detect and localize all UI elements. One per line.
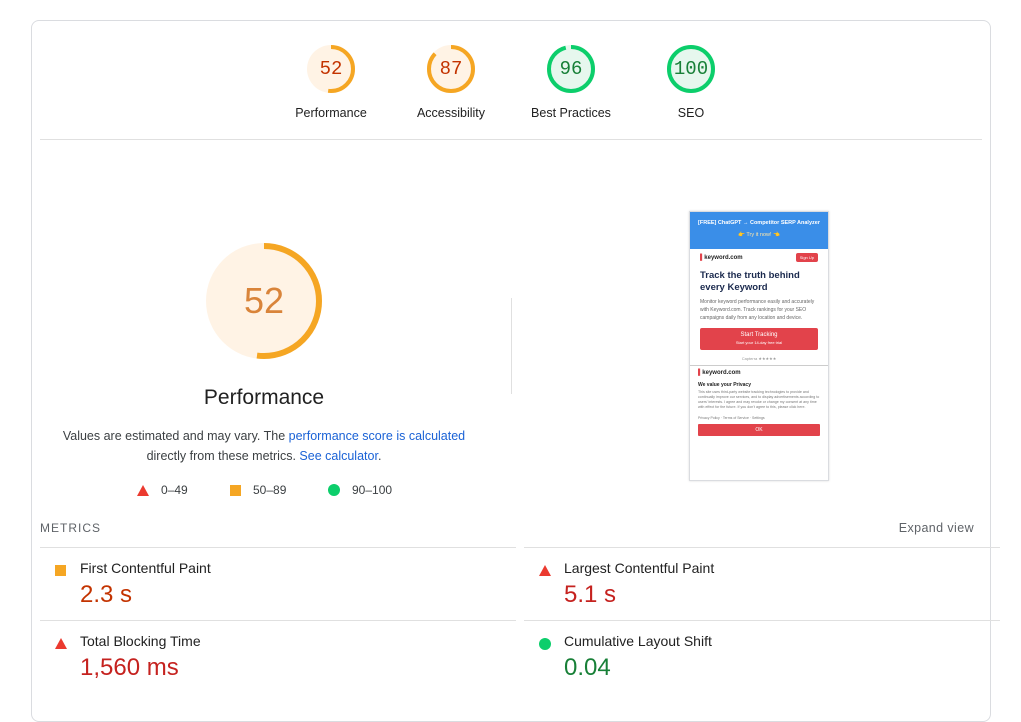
metric-cumulative-layout-shift: Cumulative Layout Shift 0.04 xyxy=(524,620,1000,694)
legend-pass-label: 90–100 xyxy=(352,483,393,497)
gauge-best-practices-score: 96 xyxy=(559,58,583,80)
ss-header: ▌keyword.com Sign Up xyxy=(690,249,828,266)
gauge-performance-score: 52 xyxy=(319,58,343,80)
fail-triangle-icon xyxy=(137,484,149,496)
ss-paragraph: Monitor keyword performance easily and a… xyxy=(700,299,815,321)
ss-banner-title: [FREE] ChatGPT → Competitor SERP Analyze… xyxy=(698,220,820,226)
desc-text-1: Values are estimated and may vary. The xyxy=(62,429,289,443)
gauge-seo-label: SEO xyxy=(677,106,705,120)
performance-score-large: 52 xyxy=(243,280,285,321)
ss-modal-text: This site uses third-party website track… xyxy=(698,390,820,409)
gauge-best-practices-label: Best Practices xyxy=(531,106,611,120)
metric-name: Largest Contentful Paint xyxy=(564,560,715,576)
vertical-separator xyxy=(511,298,512,394)
performance-title: Performance xyxy=(203,386,325,409)
ss-banner: [FREE] ChatGPT → Competitor SERP Analyze… xyxy=(690,212,828,249)
average-square-icon xyxy=(55,565,66,576)
gauge-performance[interactable]: 52 Performance xyxy=(271,43,391,120)
fail-triangle-icon xyxy=(539,565,551,576)
ss-modal-logo: ▌keyword.com xyxy=(698,370,741,376)
ss-badges: Capterra ★★★★★ xyxy=(690,352,828,365)
desc-text-3: . xyxy=(377,449,382,463)
ss-modal-logo-text: keyword.com xyxy=(702,370,741,376)
ss-cta-label: Start Tracking xyxy=(740,332,778,338)
metric-largest-contentful-paint: Largest Contentful Paint 5.1 s xyxy=(524,547,1000,621)
ss-cta-button: Start Tracking Start your 14-day free tr… xyxy=(700,328,818,350)
ss-logo: ▌keyword.com xyxy=(700,254,743,261)
expand-view-toggle[interactable]: Expand view xyxy=(899,521,974,535)
metric-total-blocking-time: Total Blocking Time 1,560 ms xyxy=(40,620,516,694)
gauge-seo-score: 100 xyxy=(673,58,709,80)
performance-score-link[interactable]: performance score is calculated xyxy=(289,429,465,443)
legend-average: 50–89 xyxy=(230,483,286,497)
metric-name: Total Blocking Time xyxy=(80,633,201,649)
legend-fail: 0–49 xyxy=(137,483,188,497)
gauge-best-practices[interactable]: 96 Best Practices xyxy=(511,43,631,120)
ss-logo-text: keyword.com xyxy=(704,254,743,261)
ss-modal-title: We value your Privacy xyxy=(698,382,751,388)
fail-triangle-icon xyxy=(55,638,67,649)
ss-banner-sub: 👉 Try it now! 👈 xyxy=(738,232,780,238)
pass-circle-icon xyxy=(539,638,551,650)
gauge-seo[interactable]: 100 SEO xyxy=(631,43,751,120)
gauge-accessibility[interactable]: 87 Accessibility xyxy=(391,43,511,120)
metric-first-contentful-paint: First Contentful Paint 2.3 s xyxy=(40,547,516,621)
lighthouse-report-card: 52 Performance 87 Accessibility 96 Best … xyxy=(31,20,1000,722)
metrics-heading: METRICS xyxy=(40,521,101,535)
metric-name: First Contentful Paint xyxy=(80,560,211,576)
legend-average-label: 50–89 xyxy=(253,483,287,497)
ss-signup-button: Sign Up xyxy=(795,253,818,262)
metric-value: 0.04 xyxy=(564,654,611,681)
metric-value: 1,560 ms xyxy=(80,654,179,681)
see-calculator-link[interactable]: See calculator xyxy=(299,449,378,463)
performance-description: Values are estimated and may vary. The p… xyxy=(52,426,476,466)
legend-pass: 90–100 xyxy=(328,483,392,497)
metric-value: 2.3 s xyxy=(80,581,133,608)
ss-cta-sub: Start your 14-day free trial xyxy=(735,340,783,345)
metric-name: Cumulative Layout Shift xyxy=(564,633,712,649)
pass-circle-icon xyxy=(328,484,340,496)
legend-fail-label: 0–49 xyxy=(161,483,188,497)
ss-modal-links: Privacy Policy · Terms of Service · Sett… xyxy=(698,416,765,420)
ss-headline: Track the truth behind every Keyword xyxy=(700,270,800,293)
final-screenshot-thumbnail[interactable]: [FREE] ChatGPT → Competitor SERP Analyze… xyxy=(689,211,829,481)
gauge-performance-label: Performance xyxy=(295,106,367,120)
average-square-icon xyxy=(230,484,241,496)
desc-text-2: directly from these metrics. xyxy=(146,449,300,463)
gauge-accessibility-score: 87 xyxy=(439,58,463,80)
ss-badge: Capterra ★★★★★ xyxy=(741,356,777,361)
ss-ok-button: OK xyxy=(698,424,820,436)
metric-value: 5.1 s xyxy=(564,581,617,608)
gauge-accessibility-label: Accessibility xyxy=(416,106,486,120)
header-divider xyxy=(40,139,982,140)
ss-privacy-modal: ▌keyword.com We value your Privacy This … xyxy=(690,365,828,440)
